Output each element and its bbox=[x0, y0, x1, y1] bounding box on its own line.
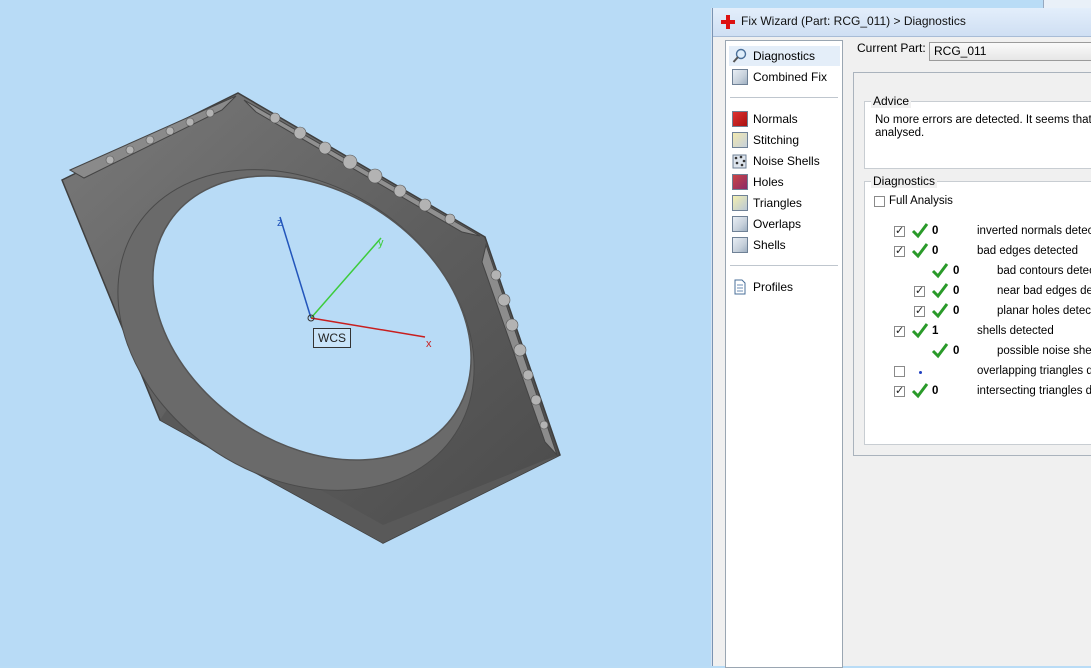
check-ok-icon bbox=[911, 223, 929, 239]
nav-item-stitching[interactable]: Stitching bbox=[732, 130, 799, 150]
nav-item-label: Profiles bbox=[753, 280, 794, 294]
diag-label: planar holes detec bbox=[997, 305, 1091, 317]
advice-title: Advice bbox=[871, 94, 912, 108]
diag-count: 0 bbox=[932, 245, 939, 257]
nav-divider bbox=[730, 97, 838, 98]
diag-count: 0 bbox=[932, 385, 939, 397]
check-ok-icon bbox=[931, 343, 949, 359]
diag-count: 0 bbox=[953, 345, 960, 357]
diag-label: overlapping triangles de bbox=[977, 365, 1091, 377]
overlaps-icon bbox=[732, 216, 748, 232]
nav-item-noise-shells[interactable]: Noise Shells bbox=[732, 151, 820, 171]
diag-count: 0 bbox=[953, 265, 960, 277]
diag-checkbox[interactable] bbox=[894, 224, 905, 237]
nav-item-overlaps[interactable]: Overlaps bbox=[732, 214, 801, 234]
current-part-label: Current Part: bbox=[857, 41, 926, 55]
diag-checkbox[interactable] bbox=[894, 384, 905, 397]
diagnostics-pane: Advice No more errors are detected. It s… bbox=[853, 72, 1091, 456]
diag-checkbox[interactable] bbox=[914, 284, 925, 297]
combined-fix-icon bbox=[732, 69, 748, 85]
wizard-nav: Diagnostics Combined Fix Normals Stitchi… bbox=[725, 40, 843, 668]
check-ok-icon bbox=[911, 323, 929, 339]
nav-item-triangles[interactable]: Triangles bbox=[732, 193, 802, 213]
diag-count: 1 bbox=[932, 325, 939, 337]
diag-label: intersecting triangles de bbox=[977, 385, 1091, 397]
diag-checkbox[interactable] bbox=[894, 244, 905, 257]
nav-item-shells[interactable]: Shells bbox=[732, 235, 786, 255]
diag-label: possible noise shells bbox=[997, 345, 1091, 357]
pending-dot-icon bbox=[919, 371, 922, 374]
normals-icon bbox=[732, 111, 748, 127]
diag-count: 0 bbox=[953, 285, 960, 297]
title-bar[interactable]: Fix Wizard (Part: RCG_011) > Diagnostics bbox=[713, 8, 1091, 37]
check-ok-icon bbox=[931, 303, 949, 319]
nav-item-normals[interactable]: Normals bbox=[732, 109, 798, 129]
window-title: Fix Wizard (Part: RCG_011) > Diagnostics bbox=[741, 14, 966, 28]
y-axis-label: y bbox=[378, 237, 384, 249]
diag-checkbox[interactable] bbox=[914, 304, 925, 317]
nav-item-label: Stitching bbox=[753, 133, 800, 147]
diagnostics-group: Diagnostics Full Analysis 0 inverted nor… bbox=[864, 174, 1091, 445]
nav-item-label: Overlaps bbox=[753, 217, 802, 231]
diagnostics-title: Diagnostics bbox=[871, 174, 938, 188]
diag-count: 0 bbox=[953, 305, 960, 317]
magnifier-icon bbox=[732, 48, 747, 63]
check-ok-icon bbox=[911, 383, 929, 399]
stitching-icon bbox=[732, 132, 748, 148]
3d-viewport[interactable]: z y x WCS bbox=[0, 0, 712, 666]
app-cross-icon bbox=[721, 15, 735, 29]
nav-divider bbox=[730, 265, 838, 266]
advice-text-line: analysed. bbox=[875, 127, 925, 139]
ring-model[interactable]: z y x bbox=[0, 0, 712, 666]
nav-item-diagnostics[interactable]: Diagnostics bbox=[729, 46, 840, 66]
nav-item-profiles[interactable]: Profiles bbox=[732, 277, 793, 297]
diag-label: near bad edges det bbox=[997, 285, 1091, 297]
triangles-icon bbox=[732, 195, 748, 211]
diag-checkbox[interactable] bbox=[894, 324, 905, 337]
nav-item-label: Diagnostics bbox=[753, 49, 816, 63]
diag-label: bad contours detec bbox=[997, 265, 1091, 277]
nav-item-label: Holes bbox=[753, 175, 784, 189]
check-ok-icon bbox=[911, 243, 929, 259]
diag-count: 0 bbox=[932, 225, 939, 237]
diag-label: bad edges detected bbox=[977, 245, 1079, 257]
advice-group: Advice No more errors are detected. It s… bbox=[864, 94, 1091, 169]
x-axis-label: x bbox=[426, 338, 432, 350]
diag-label: inverted normals detect bbox=[977, 225, 1091, 237]
wcs-label: WCS bbox=[313, 328, 351, 348]
check-ok-icon bbox=[931, 283, 949, 299]
fix-wizard-window: Fix Wizard (Part: RCG_011) > Diagnostics… bbox=[712, 8, 1091, 668]
shells-icon bbox=[732, 237, 748, 253]
nav-item-label: Shells bbox=[753, 238, 786, 252]
diag-label: shells detected bbox=[977, 325, 1054, 337]
advice-text: No more errors are detected. It seems th… bbox=[875, 114, 1091, 140]
document-icon bbox=[734, 279, 746, 295]
nav-item-label: Noise Shells bbox=[753, 154, 820, 168]
diag-checkbox[interactable] bbox=[894, 366, 905, 377]
nav-item-label: Normals bbox=[753, 112, 798, 126]
full-analysis-checkbox[interactable] bbox=[874, 196, 885, 207]
nav-item-label: Combined Fix bbox=[753, 70, 828, 84]
nav-item-label: Triangles bbox=[753, 196, 802, 210]
advice-text-line: No more errors are detected. It seems th… bbox=[875, 114, 1091, 126]
nav-item-holes[interactable]: Holes bbox=[732, 172, 784, 192]
holes-icon bbox=[732, 174, 748, 190]
current-part-select[interactable]: RCG_011 bbox=[929, 42, 1091, 61]
noise-shells-icon bbox=[732, 154, 747, 169]
z-axis-label: z bbox=[277, 217, 283, 229]
full-analysis-label: Full Analysis bbox=[889, 195, 953, 207]
nav-item-combined-fix[interactable]: Combined Fix bbox=[732, 67, 827, 87]
check-ok-icon bbox=[931, 263, 949, 279]
